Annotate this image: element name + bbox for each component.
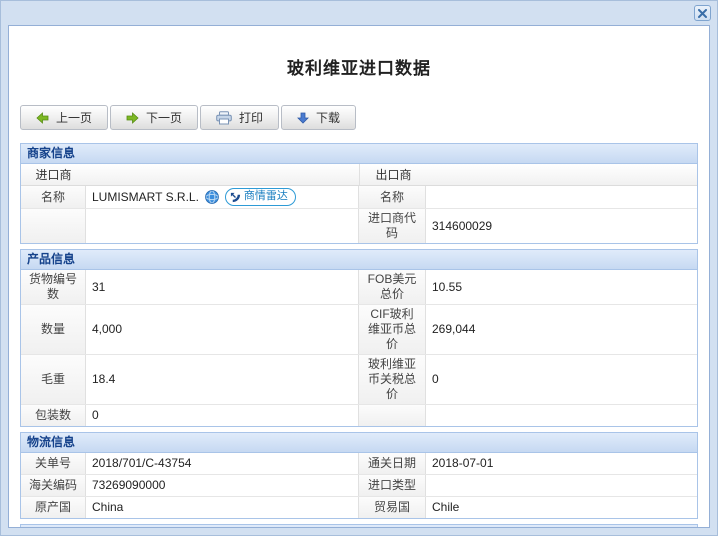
clearance-date-value: 2018-07-01 <box>432 456 494 470</box>
print-label: 打印 <box>239 111 264 125</box>
tariff-total-label: 玻利维亚币关税总价 <box>359 355 426 404</box>
section-product-header: 产品信息 <box>21 250 697 270</box>
merchant-column-headers: 进口商 出口商 <box>21 164 697 186</box>
trade-country-value: Chile <box>432 500 460 514</box>
section-description-header: 描述 <box>21 525 697 527</box>
importer-column-header: 进口商 <box>35 168 72 182</box>
close-icon <box>698 8 707 18</box>
importer-code-value: 314600029 <box>432 218 493 233</box>
fob-usd-value: 10.55 <box>432 279 463 294</box>
importer-code-label: 进口商代码 <box>359 209 426 243</box>
section-logistics: 物流信息 关单号 2018/701/C-43754 通关日期 2018-07-0… <box>20 432 698 519</box>
page-title: 玻利维亚进口数据 <box>287 59 431 78</box>
quantity-label: 数量 <box>21 305 86 354</box>
radar-icon <box>230 192 241 203</box>
business-radar-badge[interactable]: 商情雷达 <box>224 188 296 206</box>
table-row: 进口商代码 314600029 <box>21 209 697 243</box>
clearance-date-label: 通关日期 <box>359 453 426 474</box>
download-button[interactable]: 下载 <box>281 105 357 130</box>
tariff-total-value: 0 <box>432 372 439 386</box>
arrow-left-icon <box>36 111 49 124</box>
section-logistics-header: 物流信息 <box>21 433 697 453</box>
importer-name-label: 名称 <box>21 186 86 208</box>
trade-country-label: 贸易国 <box>359 497 426 518</box>
detail-sections: 商家信息 进口商 出口商 名称 LUMISMART S.R.L. 商情雷达 名称… <box>20 143 698 527</box>
arrow-down-icon <box>297 112 310 124</box>
table-row: 名称 LUMISMART S.R.L. 商情雷达 名称 <box>21 186 697 209</box>
gross-weight-label: 毛重 <box>21 355 86 404</box>
cif-total-label: CIF玻利维亚币总价 <box>359 305 426 354</box>
dialog-content: 玻利维亚进口数据 上一页 下一页 打印 下载 商家信息 进口商 出口商 名称 L… <box>8 25 710 528</box>
section-merchant-header: 商家信息 <box>21 144 697 164</box>
package-count-value: 0 <box>86 405 359 426</box>
hs-code-label: 海关编码 <box>21 475 86 496</box>
section-product: 产品信息 货物编号数 31 FOB美元总价 10.55 数量 4,000 CIF… <box>20 249 698 427</box>
arrow-right-icon <box>126 111 139 124</box>
empty-label-cell <box>359 405 426 426</box>
importer-name-text: LUMISMART S.R.L. <box>92 189 199 204</box>
origin-country-label: 原产国 <box>21 497 86 518</box>
download-label: 下载 <box>316 111 341 125</box>
exporter-name-value <box>426 186 697 208</box>
toolbar: 上一页 下一页 打印 下载 <box>20 105 709 130</box>
section-merchant: 商家信息 进口商 出口商 名称 LUMISMART S.R.L. 商情雷达 名称… <box>20 143 698 244</box>
empty-value-cell <box>426 405 697 426</box>
exporter-name-label: 名称 <box>359 186 426 208</box>
print-button[interactable]: 打印 <box>200 105 280 130</box>
import-type-value <box>426 475 697 496</box>
empty-value-cell <box>86 209 359 243</box>
table-row: 数量 4,000 CIF玻利维亚币总价 269,044 <box>21 305 697 355</box>
globe-icon[interactable] <box>205 190 219 204</box>
close-button[interactable] <box>694 5 711 21</box>
gross-weight-value: 18.4 <box>86 355 359 404</box>
cif-total-value: 269,044 <box>432 322 476 336</box>
cargo-count-value: 31 <box>86 270 359 304</box>
table-row: 原产国 China 贸易国 Chile <box>21 497 697 518</box>
customs-no-label: 关单号 <box>21 453 86 474</box>
importer-name-value: LUMISMART S.R.L. 商情雷达 <box>86 186 359 208</box>
section-description: 描述 产品描述 SUJETARDOR CONECTOR PARA TUBOS L… <box>20 524 698 527</box>
package-count-label: 包装数 <box>21 405 86 426</box>
table-row: 海关编码 73269090000 进口类型 <box>21 475 697 497</box>
table-row: 包装数 0 <box>21 405 697 426</box>
import-type-label: 进口类型 <box>359 475 426 496</box>
printer-icon <box>216 110 232 125</box>
cargo-count-label: 货物编号数 <box>21 270 86 304</box>
empty-label-cell <box>21 209 86 243</box>
quantity-value: 4,000 <box>86 305 359 354</box>
origin-country-value: China <box>86 497 359 518</box>
next-page-label: 下一页 <box>146 111 183 125</box>
table-row: 货物编号数 31 FOB美元总价 10.55 <box>21 270 697 305</box>
hs-code-value: 73269090000 <box>86 475 359 496</box>
table-row: 毛重 18.4 玻利维亚币关税总价 0 <box>21 355 697 405</box>
fob-usd-label: FOB美元总价 <box>359 270 426 304</box>
prev-page-button[interactable]: 上一页 <box>20 105 109 130</box>
customs-no-value: 2018/701/C-43754 <box>86 453 359 474</box>
import-data-dialog: 玻利维亚进口数据 上一页 下一页 打印 下载 商家信息 进口商 出口商 名称 L… <box>0 0 718 536</box>
exporter-column-header: 出口商 <box>375 168 412 182</box>
next-page-button[interactable]: 下一页 <box>110 105 199 130</box>
radar-badge-label: 商情雷达 <box>243 190 288 203</box>
prev-page-label: 上一页 <box>56 111 93 125</box>
table-row: 关单号 2018/701/C-43754 通关日期 2018-07-01 <box>21 453 697 475</box>
